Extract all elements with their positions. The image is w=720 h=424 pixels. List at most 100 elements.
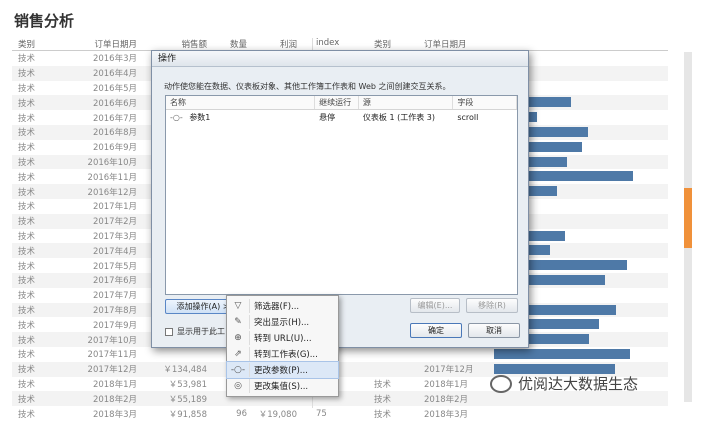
table-cell: 技术 xyxy=(18,246,36,257)
menu-item-label: 转到工作表(G)... xyxy=(254,350,318,360)
table-cell: 技术 xyxy=(18,143,36,154)
actions-dialog: 操作 动作使您能在数据、仪表板对象、其他工作簿工作表和 Web 之间创建交互关系… xyxy=(151,50,529,348)
table-cell: 2016年6月 xyxy=(92,98,137,109)
menu-item-label: 更改集值(S)... xyxy=(254,382,309,392)
actions-list[interactable]: 名称 继续运行 源 字段 -○- 参数1 悬停 仪表板 1 (工作表 3) sc… xyxy=(165,95,518,295)
set-icon: ◎ xyxy=(234,381,242,391)
table-cell: 技术 xyxy=(18,157,36,168)
filter-icon: ▽ xyxy=(234,301,242,311)
scrollbar-thumb[interactable] xyxy=(684,188,692,248)
header-order-month: 订单日期月 xyxy=(424,40,467,50)
dialog-description: 动作使您能在数据、仪表板对象、其他工作簿工作表和 Web 之间创建交互关系。 xyxy=(164,82,451,91)
action-name-cell: -○- 参数1 xyxy=(166,112,315,123)
col-source[interactable]: 源 xyxy=(359,96,454,109)
table-cell: 2017年12月 xyxy=(87,365,137,376)
table-row xyxy=(312,347,668,362)
header-category: 类别 xyxy=(18,40,36,50)
remove-button[interactable]: 移除(R) xyxy=(466,298,518,313)
menu-item-highlight[interactable]: ✎ 突出显示(H)... xyxy=(227,314,338,330)
table-cell: 技术 xyxy=(18,335,36,346)
menu-item-change-set[interactable]: ◎ 更改集值(S)... xyxy=(227,378,338,394)
bar-cell xyxy=(484,347,668,362)
table-cell: 技术 xyxy=(18,187,36,198)
table-cell: 2018年2月 xyxy=(92,394,137,405)
col-name[interactable]: 名称 xyxy=(166,96,316,109)
parameter-icon: -○- xyxy=(230,365,246,375)
table-cell: 2016年12月 xyxy=(87,187,137,198)
table-cell: 2017年10月 xyxy=(87,335,137,346)
table-cell: 2017年4月 xyxy=(92,246,137,257)
table-cell: 技术 xyxy=(18,54,36,65)
goto-sheet-icon: ⇗ xyxy=(234,349,242,359)
table-cell: ￥134,484 xyxy=(163,365,207,376)
table-cell: 技术 xyxy=(18,291,36,302)
col-run-on[interactable]: 继续运行 xyxy=(315,96,359,109)
table-cell: 2017年1月 xyxy=(92,202,137,213)
table-cell: 2017年11月 xyxy=(87,350,137,361)
table-cell: 2017年3月 xyxy=(92,231,137,242)
menu-item-label: 转到 URL(U)... xyxy=(254,334,312,344)
table-cell: 技术 xyxy=(18,305,36,316)
table-cell: 技术 xyxy=(18,172,36,183)
header-quantity: 数量 xyxy=(229,40,247,50)
table-cell: 2017年7月 xyxy=(92,291,137,302)
table-cell: 2016年7月 xyxy=(92,113,137,124)
table-cell: 96 xyxy=(236,408,247,419)
table-cell: 技术 xyxy=(18,69,36,80)
table-cell: 2018年2月 xyxy=(424,394,469,405)
menu-item-label: 突出显示(H)... xyxy=(254,318,310,328)
header-order-month: 订单日期月 xyxy=(94,40,137,50)
table-cell: 2016年3月 xyxy=(92,54,137,65)
table-cell: 技术 xyxy=(18,409,36,420)
table-cell: 2017年2月 xyxy=(92,217,137,228)
show-actions-checkbox-row[interactable]: 显示用于此工 xyxy=(165,326,225,337)
action-name: 参数1 xyxy=(189,112,211,122)
actions-list-header: 名称 继续运行 源 字段 xyxy=(166,96,517,110)
col-field[interactable]: 字段 xyxy=(453,96,517,109)
header-profit: 利润 xyxy=(279,40,297,50)
table-cell: 2017年6月 xyxy=(92,276,137,287)
table-cell: 2018年1月 xyxy=(92,379,137,390)
action-field: scroll xyxy=(457,112,479,122)
table-cell: 技术 xyxy=(18,113,36,124)
table-cell: ￥55,189 xyxy=(168,394,207,405)
table-cell: 2017年12月 xyxy=(424,365,474,376)
bar-cell xyxy=(484,406,668,421)
show-actions-checkbox[interactable] xyxy=(165,327,173,336)
wechat-icon xyxy=(490,374,512,393)
add-action-menu: ▽ 筛选器(F)... ✎ 突出显示(H)... ⊕ 转到 URL(U)... … xyxy=(226,295,339,397)
table-cell: ￥53,981 xyxy=(168,379,207,390)
table-cell: 技术 xyxy=(18,379,36,390)
table-cell: 技术 xyxy=(374,394,392,405)
table-cell: 2016年9月 xyxy=(92,143,137,154)
table-cell: 技术 xyxy=(18,231,36,242)
table-cell: 技术 xyxy=(18,202,36,213)
highlight-icon: ✎ xyxy=(234,317,242,327)
page-title: 销售分析 xyxy=(14,12,75,30)
header-sales: 销售额 xyxy=(181,40,207,50)
table-cell: 2016年8月 xyxy=(92,128,137,139)
menu-item-filter[interactable]: ▽ 筛选器(F)... xyxy=(227,298,338,314)
ok-button[interactable]: 确定 xyxy=(410,323,462,338)
menu-item-goto-url[interactable]: ⊕ 转到 URL(U)... xyxy=(227,330,338,346)
table-cell: 2018年3月 xyxy=(424,409,469,420)
header-index: index xyxy=(316,38,340,48)
watermark-text: 优阅达大数据生态 xyxy=(518,375,639,393)
action-source: 仪表板 1 (工作表 3) xyxy=(362,112,435,122)
table-cell: 技术 xyxy=(374,409,392,420)
table-cell: 75 xyxy=(316,408,327,419)
menu-item-label: 筛选器(F)... xyxy=(254,302,300,312)
table-cell: ￥91,858 xyxy=(168,409,207,420)
action-row[interactable]: -○- 参数1 悬停 仪表板 1 (工作表 3) scroll xyxy=(166,110,517,124)
parameter-icon: -○- xyxy=(170,112,183,122)
menu-item-change-parameter[interactable]: -○- 更改参数(P)... xyxy=(226,361,339,379)
table-row: 技术 2018年3月 ￥91,858 96 ￥19,080 xyxy=(12,406,312,421)
cancel-button[interactable]: 取消 xyxy=(468,323,520,338)
table-cell: 2016年10月 xyxy=(87,157,137,168)
menu-item-goto-sheet[interactable]: ⇗ 转到工作表(G)... xyxy=(227,346,338,362)
table-cell: 技术 xyxy=(18,217,36,228)
sales-bar xyxy=(494,348,630,359)
edit-button[interactable]: 编辑(E)... xyxy=(410,298,460,313)
table-cell: 技术 xyxy=(18,98,36,109)
action-run-on: 悬停 xyxy=(319,112,336,122)
